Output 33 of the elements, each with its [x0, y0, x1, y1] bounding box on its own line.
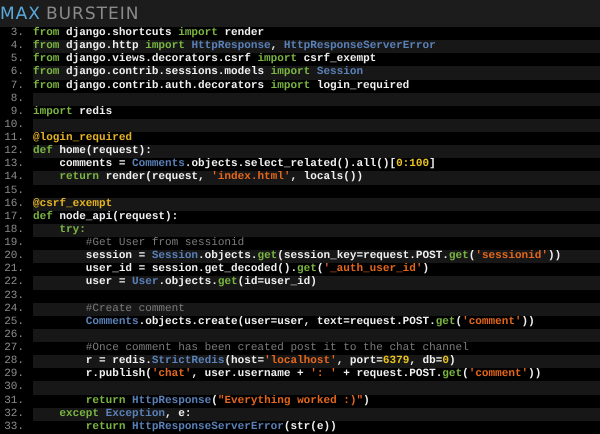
line-number: 21. [3, 263, 24, 276]
line-number: 17. [3, 210, 24, 224]
line-number: 10. [3, 118, 24, 132]
line-number: 20. [3, 250, 24, 264]
line-number: 18. [3, 224, 24, 237]
line-number: 16. [3, 198, 24, 211]
line-number: 31. [3, 394, 24, 408]
line-number: 13. [3, 158, 24, 172]
line-number: 14. [3, 171, 24, 184]
line-number: 6. [10, 66, 24, 80]
logo-text: MAX [0, 4, 41, 24]
line-number: 3. [10, 27, 24, 40]
line-number: 19. [3, 237, 24, 250]
line-number: 5. [10, 53, 24, 66]
line-number: 26. [3, 328, 24, 342]
line-number: 29. [3, 368, 24, 382]
line-number: 9. [10, 106, 24, 119]
line-number: 15. [3, 184, 24, 198]
line-number: 7. [10, 80, 24, 93]
line-number: 32. [3, 408, 24, 421]
line-number: 11. [3, 132, 24, 146]
line-number: 22. [3, 276, 24, 290]
line-number: 27. [3, 342, 24, 356]
line-number: 28. [3, 355, 24, 368]
line-number: 25. [3, 316, 24, 329]
logo-text: BURSTEIN [46, 4, 140, 24]
line-number: 30. [3, 381, 24, 394]
line-number: 12. [3, 145, 24, 158]
line-number: 23. [3, 290, 24, 303]
line-number: 8. [10, 92, 24, 106]
line-number: 33. [3, 420, 24, 434]
line-number: 24. [3, 302, 24, 316]
line-number: 4. [10, 40, 24, 54]
